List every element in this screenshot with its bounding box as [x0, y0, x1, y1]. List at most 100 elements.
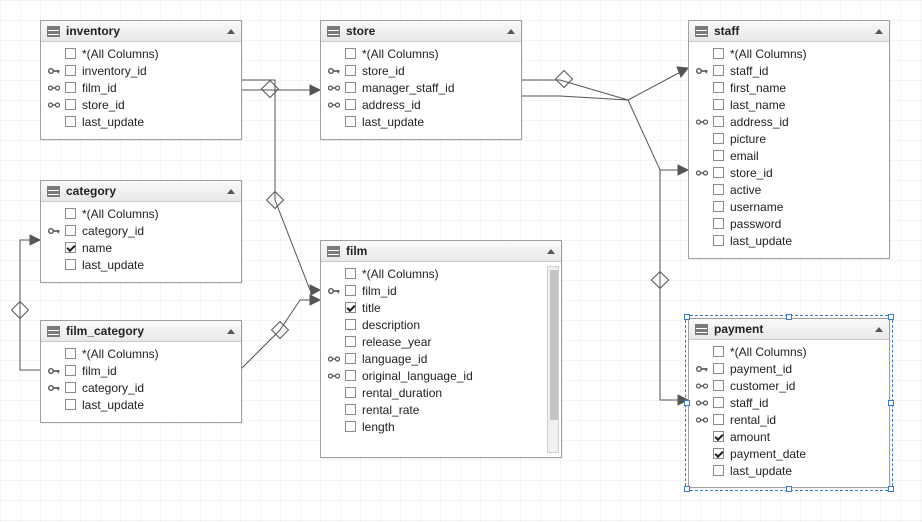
column-checkbox[interactable] — [713, 201, 724, 212]
column-row[interactable]: password — [691, 215, 887, 232]
table-film-titlebar[interactable]: film — [321, 241, 561, 262]
column-row[interactable]: *(All Columns) — [323, 45, 519, 62]
column-checkbox[interactable] — [65, 365, 76, 376]
column-checkbox[interactable] — [345, 65, 356, 76]
column-row[interactable]: active — [691, 181, 887, 198]
column-checkbox[interactable] — [345, 82, 356, 93]
column-row[interactable]: staff_id — [691, 62, 887, 79]
table-category[interactable]: category *(All Columns)category_idnamela… — [40, 180, 242, 283]
column-checkbox[interactable] — [345, 302, 356, 313]
table-inventory[interactable]: inventory *(All Columns)inventory_idfilm… — [40, 20, 242, 140]
column-row[interactable]: rental_duration — [323, 384, 559, 401]
column-row[interactable]: last_update — [691, 462, 887, 479]
column-checkbox[interactable] — [65, 116, 76, 127]
column-checkbox[interactable] — [345, 336, 356, 347]
column-checkbox[interactable] — [65, 99, 76, 110]
column-checkbox[interactable] — [713, 465, 724, 476]
column-row[interactable]: category_id — [43, 379, 239, 396]
column-row[interactable]: amount — [691, 428, 887, 445]
column-checkbox[interactable] — [345, 387, 356, 398]
column-checkbox[interactable] — [713, 48, 724, 59]
column-checkbox[interactable] — [713, 380, 724, 391]
column-row[interactable]: customer_id — [691, 377, 887, 394]
column-row[interactable]: original_language_id — [323, 367, 559, 384]
table-film-category-titlebar[interactable]: film_category — [41, 321, 241, 342]
column-checkbox[interactable] — [713, 346, 724, 357]
table-payment-titlebar[interactable]: payment — [689, 319, 889, 340]
column-row[interactable]: last_update — [43, 113, 239, 130]
column-checkbox[interactable] — [713, 184, 724, 195]
column-checkbox[interactable] — [65, 348, 76, 359]
column-checkbox[interactable] — [345, 285, 356, 296]
collapse-icon[interactable] — [547, 249, 555, 254]
column-row[interactable]: *(All Columns) — [691, 343, 887, 360]
column-row[interactable]: film_id — [323, 282, 559, 299]
column-row[interactable]: store_id — [43, 96, 239, 113]
column-checkbox[interactable] — [65, 65, 76, 76]
column-row[interactable]: rental_rate — [323, 401, 559, 418]
column-row[interactable]: *(All Columns) — [43, 45, 239, 62]
column-checkbox[interactable] — [345, 48, 356, 59]
column-checkbox[interactable] — [345, 421, 356, 432]
column-row[interactable]: last_update — [323, 113, 519, 130]
column-checkbox[interactable] — [713, 133, 724, 144]
column-row[interactable]: last_update — [43, 256, 239, 273]
table-inventory-titlebar[interactable]: inventory — [41, 21, 241, 42]
column-checkbox[interactable] — [713, 218, 724, 229]
column-checkbox[interactable] — [345, 116, 356, 127]
resize-handle[interactable] — [786, 314, 792, 320]
column-row[interactable]: name — [43, 239, 239, 256]
column-row[interactable]: username — [691, 198, 887, 215]
column-row[interactable]: store_id — [691, 164, 887, 181]
column-row[interactable]: picture — [691, 130, 887, 147]
column-checkbox[interactable] — [713, 99, 724, 110]
column-row[interactable]: description — [323, 316, 559, 333]
column-row[interactable]: rental_id — [691, 411, 887, 428]
column-row[interactable]: inventory_id — [43, 62, 239, 79]
column-checkbox[interactable] — [345, 268, 356, 279]
collapse-icon[interactable] — [227, 29, 235, 34]
column-checkbox[interactable] — [65, 82, 76, 93]
column-row[interactable]: payment_date — [691, 445, 887, 462]
column-checkbox[interactable] — [713, 235, 724, 246]
column-checkbox[interactable] — [65, 208, 76, 219]
column-checkbox[interactable] — [713, 116, 724, 127]
column-checkbox[interactable] — [713, 431, 724, 442]
column-checkbox[interactable] — [345, 370, 356, 381]
table-store-titlebar[interactable]: store — [321, 21, 521, 42]
column-row[interactable]: film_id — [43, 362, 239, 379]
collapse-icon[interactable] — [875, 29, 883, 34]
column-checkbox[interactable] — [65, 382, 76, 393]
column-checkbox[interactable] — [65, 225, 76, 236]
column-checkbox[interactable] — [345, 353, 356, 364]
table-staff[interactable]: staff *(All Columns)staff_idfirst_namela… — [688, 20, 890, 259]
column-checkbox[interactable] — [65, 399, 76, 410]
column-row[interactable]: first_name — [691, 79, 887, 96]
column-checkbox[interactable] — [345, 319, 356, 330]
column-checkbox[interactable] — [345, 404, 356, 415]
column-row[interactable]: *(All Columns) — [43, 205, 239, 222]
column-row[interactable]: last_name — [691, 96, 887, 113]
column-row[interactable]: email — [691, 147, 887, 164]
column-checkbox[interactable] — [713, 397, 724, 408]
table-film[interactable]: film *(All Columns)film_idtitledescripti… — [320, 240, 562, 458]
column-row[interactable]: manager_staff_id — [323, 79, 519, 96]
column-checkbox[interactable] — [713, 167, 724, 178]
table-category-titlebar[interactable]: category — [41, 181, 241, 202]
column-row[interactable]: *(All Columns) — [323, 265, 559, 282]
column-checkbox[interactable] — [713, 65, 724, 76]
column-row[interactable]: store_id — [323, 62, 519, 79]
column-row[interactable]: length — [323, 418, 559, 435]
column-row[interactable]: category_id — [43, 222, 239, 239]
column-row[interactable]: address_id — [691, 113, 887, 130]
column-row[interactable]: *(All Columns) — [43, 345, 239, 362]
column-row[interactable]: *(All Columns) — [691, 45, 887, 62]
scrollbar-thumb[interactable] — [550, 270, 558, 420]
collapse-icon[interactable] — [875, 327, 883, 332]
column-checkbox[interactable] — [65, 48, 76, 59]
column-checkbox[interactable] — [345, 99, 356, 110]
table-store[interactable]: store *(All Columns)store_idmanager_staf… — [320, 20, 522, 140]
collapse-icon[interactable] — [507, 29, 515, 34]
column-row[interactable]: film_id — [43, 79, 239, 96]
column-checkbox[interactable] — [713, 448, 724, 459]
